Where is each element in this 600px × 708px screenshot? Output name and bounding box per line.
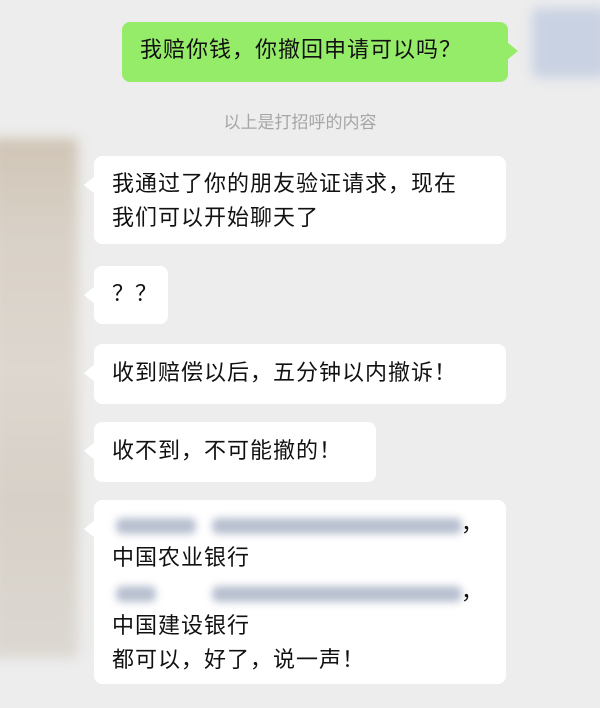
- incoming-message-bubble[interactable]: 我通过了你的朋友验证请求，现在 我们可以开始聊天了: [84, 156, 506, 244]
- closing-text: 都可以，好了，说一声！: [112, 648, 366, 673]
- incoming-message-bubble[interactable]: ？？: [84, 266, 168, 324]
- chat-screen: 我赔你钱，你撤回申请可以吗？ 以上是打招呼的内容 我通过了你的朋友验证请求，现在…: [0, 0, 600, 708]
- incoming-message-bubble[interactable]: 收到赔偿以后，五分钟以内撤诉！: [84, 344, 506, 404]
- incoming-bank-info-bubble[interactable]: ， 中国农业银行 ， 中国建设银行 都可以，好了，说一声！: [84, 500, 506, 684]
- redacted-name: [116, 586, 156, 602]
- bank-name: 中国建设银行: [112, 614, 251, 639]
- redacted-account-number: [212, 586, 462, 602]
- bank-name: 中国农业银行: [112, 546, 251, 571]
- redacted-account-number: [212, 518, 462, 534]
- message-line: 收不到，不可能撤的！: [112, 439, 343, 464]
- system-greeting-note: 以上是打招呼的内容: [223, 113, 377, 133]
- line-suffix: ，: [460, 580, 484, 605]
- incoming-message-bubble[interactable]: 收不到，不可能撤的！: [84, 422, 376, 482]
- message-line: 我通过了你的朋友验证请求，现在: [112, 172, 458, 197]
- line-suffix: ，: [460, 512, 484, 537]
- message-line: 收到赔偿以后，五分钟以内撤诉！: [112, 361, 458, 386]
- redacted-name: [116, 518, 196, 534]
- redacted-account-line: ，: [112, 508, 488, 542]
- message-line: ？？: [112, 282, 159, 307]
- my-avatar[interactable]: [532, 8, 600, 78]
- message-line: 我们可以开始聊天了: [112, 206, 320, 231]
- outgoing-message-bubble[interactable]: 我赔你钱，你撤回申请可以吗？: [122, 22, 518, 82]
- contact-avatar-column[interactable]: [0, 138, 78, 658]
- redacted-account-line: ，: [112, 576, 488, 610]
- outgoing-message-text: 我赔你钱，你撤回申请可以吗？: [140, 38, 463, 63]
